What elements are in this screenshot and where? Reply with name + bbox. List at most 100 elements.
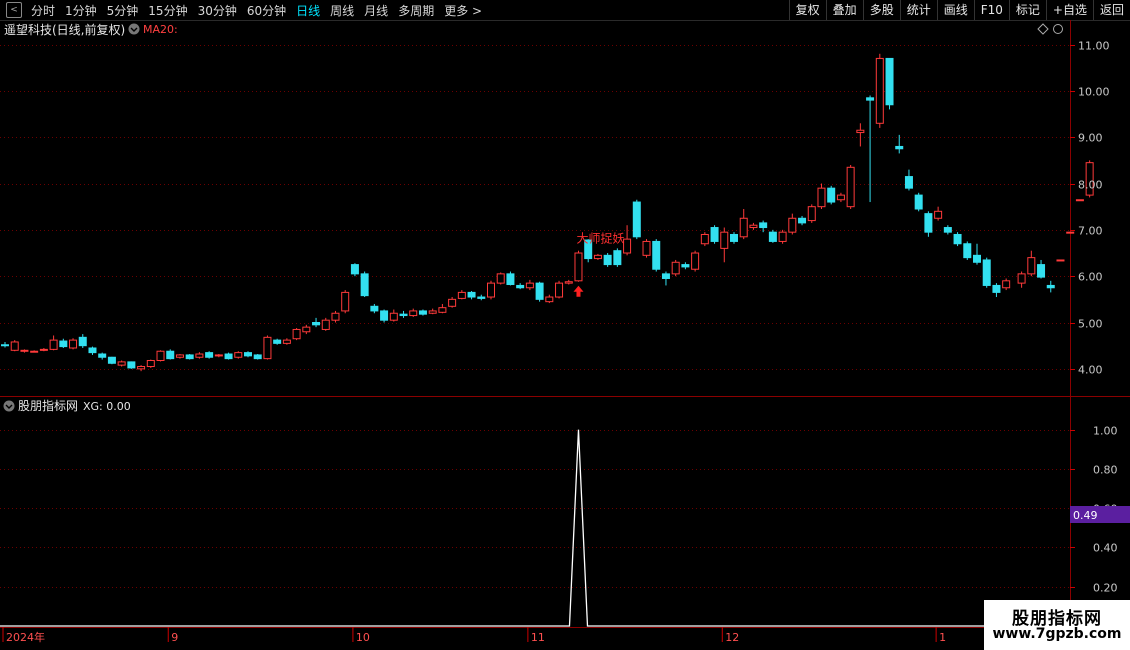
candle-body: [623, 238, 632, 254]
candlestick-chart[interactable]: 4.00 5.00 6.00 7.00 8.00 9.00 10.00 11.00 遥望科技(…: [0, 20, 1130, 396]
candle-body: [448, 298, 457, 307]
tab-30min[interactable]: 30分钟: [193, 2, 242, 19]
candle-body: [273, 339, 282, 344]
tab-daily[interactable]: 日线: [291, 2, 325, 19]
tab-monthly[interactable]: 月线: [359, 2, 393, 19]
price-axis: 4.00 5.00 6.00 7.00 8.00 9.00 10.00 11.00: [1070, 40, 1110, 377]
toolbar: < 分时 1分钟 5分钟 15分钟 30分钟 60分钟 日线 周线 月线 多周期…: [0, 0, 1130, 21]
tab-1min[interactable]: 1分钟: [60, 2, 102, 19]
candle-body: [195, 353, 204, 358]
candle-body: [953, 233, 962, 245]
candle-body: [166, 350, 175, 360]
stock-title: 遥望科技(日线,前复权): [4, 22, 125, 37]
candle-body: [992, 284, 1001, 293]
indicator-tick-label: 0.80: [1093, 464, 1118, 477]
candle-body: [846, 166, 855, 208]
action-buttons: 复权 叠加 多股 统计 画线 F10 标记 +自选 返回: [788, 0, 1130, 20]
tab-weekly[interactable]: 周线: [325, 2, 359, 19]
draw-line-button[interactable]: 画线: [936, 0, 974, 20]
candle-body: [817, 187, 826, 208]
add-watchlist-button[interactable]: +自选: [1045, 0, 1093, 20]
candle-body: [904, 176, 913, 189]
return-button[interactable]: 返回: [1092, 0, 1130, 20]
candle-body: [564, 281, 573, 284]
candle-body: [934, 210, 943, 219]
candle-body: [457, 291, 466, 299]
candle-body: [185, 354, 194, 360]
circle-icon[interactable]: [1053, 24, 1063, 34]
restore-rights-button[interactable]: 复权: [788, 0, 826, 20]
chevron-down-icon[interactable]: [3, 400, 15, 412]
candle-body: [535, 282, 544, 300]
candle-body: [778, 231, 787, 242]
candles: [1, 53, 1094, 372]
candle-body: [720, 231, 729, 249]
candle-body: [632, 201, 641, 238]
candle-body: [496, 273, 505, 284]
candle-body: [282, 339, 291, 344]
candle-body: [244, 352, 252, 357]
candle-body: [1066, 231, 1075, 234]
statistics-button[interactable]: 统计: [899, 0, 937, 20]
candle-body: [574, 252, 583, 282]
candle-body: [827, 187, 836, 203]
multi-stock-button[interactable]: 多股: [862, 0, 900, 20]
tab-multi-period[interactable]: 多周期: [393, 2, 439, 19]
candle-body: [671, 261, 680, 275]
candle-body: [205, 352, 214, 358]
candle-body: [730, 233, 738, 242]
candle-body: [69, 339, 78, 349]
candle-body: [807, 206, 816, 222]
indicator-value: XG: 0.00: [83, 400, 131, 413]
tab-more[interactable]: 更多 >: [439, 2, 487, 19]
candle-body: [749, 224, 758, 229]
candle-body: [603, 254, 612, 266]
candle-body: [895, 145, 904, 150]
indicator-grid: [0, 396, 1071, 650]
date-label: 11: [531, 631, 545, 644]
candle-body: [1, 344, 9, 347]
tab-15min[interactable]: 15分钟: [143, 2, 192, 19]
candle-body: [127, 361, 136, 369]
candle-body: [866, 97, 875, 101]
candle-body: [1002, 280, 1011, 289]
candle-body: [973, 254, 981, 263]
mark-button[interactable]: 标记: [1008, 0, 1046, 20]
candle-body: [350, 264, 359, 275]
price-grid: [0, 20, 1071, 396]
tab-fenshi[interactable]: 分时: [26, 2, 60, 19]
candle-body: [982, 259, 991, 286]
candle-body: [49, 339, 58, 350]
signal-label: 大师捉妖: [576, 231, 624, 246]
watermark-url: www.7gpzb.com: [992, 626, 1122, 642]
f10-button[interactable]: F10: [973, 0, 1009, 20]
watermark: 股朋指标网 www.7gpzb.com: [984, 600, 1130, 650]
tab-60min[interactable]: 60分钟: [242, 2, 291, 19]
candle-body: [506, 273, 515, 286]
candle-body: [691, 252, 700, 270]
candle-body: [467, 291, 476, 298]
candle-body: [88, 347, 97, 354]
tab-5min[interactable]: 5分钟: [102, 2, 144, 19]
candle-body: [30, 350, 39, 353]
candle-body: [856, 129, 865, 134]
price-tick-label: 11.00: [1078, 40, 1110, 53]
candle-body: [20, 349, 29, 352]
candle-body: [78, 336, 87, 347]
candle-body: [642, 240, 651, 256]
candle-body: [360, 273, 369, 297]
candle-body: [331, 312, 340, 321]
candle-body: [875, 57, 884, 124]
candle-body: [292, 328, 301, 340]
indicator-chart[interactable]: 0.200.400.600.801.00 股朋指标网 XG: 0.00 0.49…: [0, 396, 1130, 650]
indicator-tick-label: 0.20: [1093, 582, 1118, 595]
candle-body: [59, 340, 68, 348]
current-value-text: 0.49: [1073, 509, 1098, 522]
back-arrow-icon[interactable]: <: [6, 2, 22, 18]
chevron-down-icon[interactable]: [128, 23, 140, 35]
overlay-button[interactable]: 叠加: [825, 0, 863, 20]
diamond-icon[interactable]: [1037, 23, 1049, 35]
xg-line: [0, 429, 1070, 627]
candle-body: [137, 366, 146, 370]
candle-body: [409, 310, 418, 317]
